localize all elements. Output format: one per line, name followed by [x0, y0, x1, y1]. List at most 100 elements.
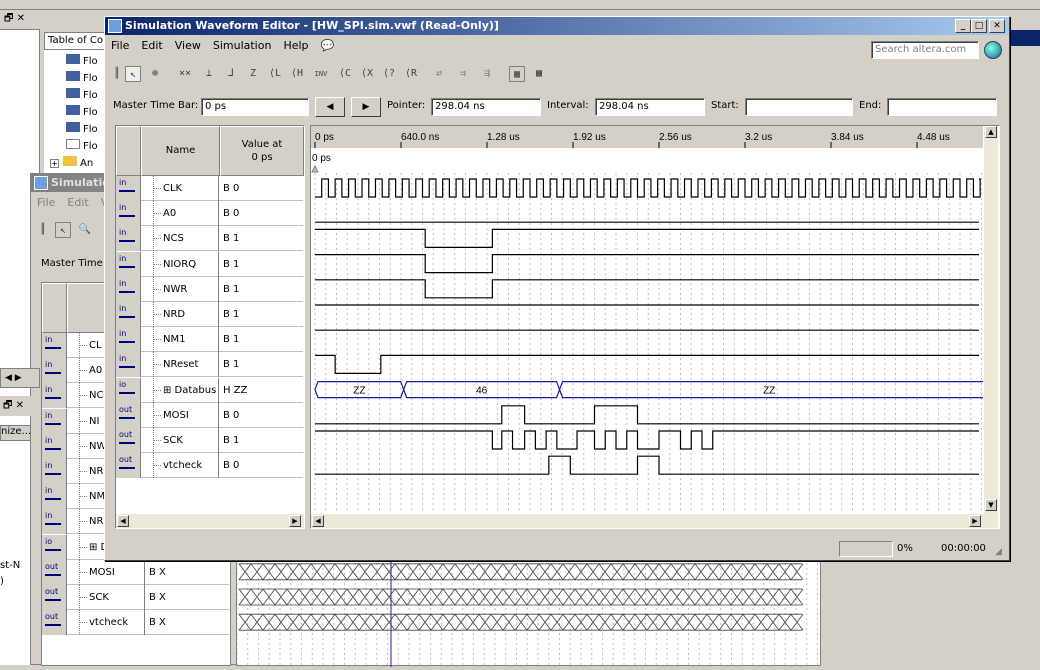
- time-tick-label: 1.28 us: [487, 132, 520, 143]
- waveform-vscrollbar[interactable]: ▲ ▼: [984, 126, 998, 528]
- project-item[interactable]: Flo: [66, 139, 98, 152]
- back-undefined-waveform: [238, 563, 804, 581]
- signal-name: SCK: [141, 428, 219, 453]
- project-item[interactable]: Flo: [66, 71, 98, 84]
- resize-grip[interactable]: ◢: [995, 547, 1002, 557]
- signal-row[interactable]: in NIORQ B 1: [116, 251, 303, 277]
- settings-icon[interactable]: ▦: [509, 66, 525, 82]
- project-tab[interactable]: Table of Co: [44, 32, 108, 50]
- waveform-NReset: [315, 354, 979, 374]
- pointer-field[interactable]: 298.04 ns: [431, 98, 541, 116]
- clock-icon[interactable]: ⟨X: [359, 66, 375, 82]
- signal-row[interactable]: out SCK B X: [42, 585, 229, 610]
- input-pin-icon: in: [42, 408, 67, 434]
- signal-name: A0: [141, 201, 219, 227]
- menu-edit[interactable]: Edit: [141, 39, 162, 52]
- prev-transition-button[interactable]: ◀: [315, 97, 345, 117]
- signal-row[interactable]: in NWR B 1: [116, 276, 303, 302]
- group-icon[interactable]: ⇉: [455, 66, 471, 82]
- menu-file[interactable]: File: [37, 196, 55, 209]
- signal-row[interactable]: out SCK B 1: [116, 428, 303, 453]
- grid-icon[interactable]: ▩: [531, 66, 547, 82]
- snap-icon[interactable]: ⇄: [431, 66, 447, 82]
- time-marker-flag: [311, 164, 319, 173]
- menu-file[interactable]: File: [111, 39, 129, 52]
- arbitrary-value-icon[interactable]: ⟨?: [381, 66, 397, 82]
- output-pin-icon: out: [116, 428, 141, 453]
- signal-row[interactable]: out MOSI B 0: [116, 402, 303, 428]
- master-time-bar-field[interactable]: 0 ps: [201, 98, 309, 116]
- left-panel-header: 🗗 ✕: [0, 10, 40, 30]
- signal-value: B 1: [223, 334, 240, 346]
- minimize-button[interactable]: _: [955, 19, 971, 33]
- waveform-hscrollbar[interactable]: ◀ ▶: [311, 514, 984, 528]
- pointer-label: Pointer:: [387, 100, 426, 111]
- left-scroll-arrows[interactable]: ◀ ▶: [0, 368, 40, 388]
- pointer-icon[interactable]: ↖: [125, 66, 141, 82]
- menu-view[interactable]: View: [175, 39, 201, 52]
- weak-low-icon[interactable]: ⟨H: [289, 66, 305, 82]
- value-col-header[interactable]: Value at 0 ps: [220, 126, 304, 176]
- signal-name: MOSI: [67, 559, 145, 585]
- signal-value: B X: [149, 617, 166, 629]
- grip-icon: ║: [39, 224, 47, 235]
- interval-field[interactable]: 298.04 ns: [595, 98, 705, 116]
- signal-row[interactable]: out vtcheck B X: [42, 610, 229, 636]
- project-item[interactable]: Flo: [66, 54, 98, 67]
- output-pin-icon: out: [116, 402, 141, 428]
- end-field[interactable]: [887, 98, 997, 116]
- next-transition-button[interactable]: ▶: [351, 97, 381, 117]
- time-marker-label: 0 ps: [312, 153, 331, 164]
- high-impedance-icon[interactable]: ⟨L: [267, 66, 283, 82]
- menu-help[interactable]: Help: [283, 39, 308, 52]
- random-value-icon[interactable]: ⟨R: [403, 66, 419, 82]
- signal-row[interactable]: in NM1 B 1: [116, 327, 303, 353]
- start-field[interactable]: [745, 98, 853, 116]
- left-close-bar: 🗗 ✕: [0, 396, 40, 416]
- waveform-area: 0 ps 640.0 ns 1.28 us 1.92 us 2.56 us 3.2 us 3…: [310, 125, 1000, 529]
- invert-icon[interactable]: INV: [313, 66, 329, 82]
- project-item[interactable]: + An: [50, 156, 93, 169]
- main-window-titlebar[interactable]: Simulation Waveform Editor - [HW_SPI.sim…: [105, 17, 1009, 35]
- signal-row[interactable]: in A0 B 0: [116, 201, 303, 227]
- force-low-icon[interactable]: ⅃: [223, 66, 239, 82]
- stn-label: st-N: [0, 560, 21, 571]
- bidir-pin-icon: io: [116, 377, 141, 403]
- force-unknown-icon[interactable]: ⊥: [201, 66, 217, 82]
- signal-row[interactable]: in CLK B 0: [116, 176, 303, 201]
- input-pin-icon: in: [42, 433, 67, 459]
- input-pin-icon: in: [42, 383, 67, 409]
- signal-value: B 1: [223, 283, 240, 295]
- maximize-button[interactable]: □: [971, 19, 987, 33]
- zoom-icon[interactable]: ⊕: [147, 66, 163, 82]
- signal-row[interactable]: in NCS B 1: [116, 226, 303, 252]
- pointer-icon[interactable]: ↖: [55, 222, 71, 238]
- project-item[interactable]: Flo: [66, 122, 98, 135]
- close-button[interactable]: ✕: [989, 19, 1005, 33]
- name-col-header[interactable]: Name: [141, 126, 220, 176]
- zoom-icon[interactable]: 🔍: [77, 222, 93, 238]
- ungroup-icon[interactable]: ⇶: [479, 66, 495, 82]
- name-hscrollbar[interactable]: ◀ ▶: [116, 514, 304, 528]
- globe-icon[interactable]: [984, 41, 1002, 59]
- menu-edit[interactable]: Edit: [67, 196, 88, 209]
- signal-row[interactable]: in NRD B 1: [116, 302, 303, 327]
- help-bubble-icon[interactable]: 💬: [321, 39, 335, 52]
- signal-row[interactable]: out vtcheck B 0: [116, 453, 303, 479]
- time-tick-label: 2.56 us: [659, 132, 692, 143]
- menu-simulation[interactable]: Simulation: [213, 39, 272, 52]
- bus-label: ZZ: [763, 386, 775, 397]
- force-high-icon[interactable]: Z: [245, 66, 261, 82]
- signal-row[interactable]: out MOSI B X: [42, 559, 229, 585]
- count-value-icon[interactable]: ⟨C: [337, 66, 353, 82]
- search-input[interactable]: Search altera.com: [871, 41, 979, 59]
- signal-name: ⊞ Databus: [141, 377, 219, 403]
- project-item[interactable]: Flo: [66, 88, 98, 101]
- folder-icon: [63, 156, 77, 166]
- main-menu: File Edit View Simulation Help 💬: [111, 39, 346, 52]
- input-pin-icon: in: [116, 327, 141, 353]
- signal-row[interactable]: io ⊞ Databus H ZZ: [116, 377, 303, 403]
- project-item[interactable]: Flo: [66, 105, 98, 118]
- signal-row[interactable]: in NReset B 1: [116, 352, 303, 378]
- uninitialized-icon[interactable]: ⨯⨯: [177, 66, 193, 82]
